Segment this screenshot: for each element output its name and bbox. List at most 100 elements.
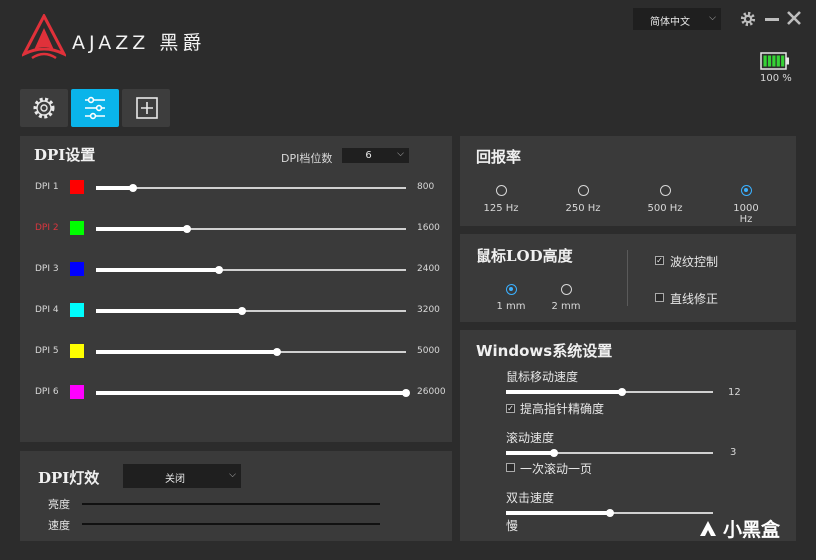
precision-label: 提高指针精确度 [520,402,605,416]
dpi-slider[interactable] [96,389,410,397]
slider-knob[interactable] [605,509,614,517]
chevron-down-icon: ⌵ [709,13,716,23]
polling-rate-radio[interactable] [496,185,507,196]
light-mode-select[interactable]: 关闭 ⌵ [123,464,241,488]
slider-knob[interactable] [183,225,192,233]
page-scroll-checkbox[interactable] [506,463,515,472]
angle-snap-label: 直线修正 [670,292,719,306]
lod-label: 2 mm [551,301,581,312]
dpi-row-label: DPI 1 [35,182,59,192]
polling-rate-radio[interactable] [741,185,752,196]
gear-icon [33,97,55,119]
page-scroll-label: 一次滚动一页 [520,462,593,476]
battery-level-bar [776,55,780,67]
dpi-color-swatch[interactable] [70,221,84,235]
double-click-slider[interactable] [506,509,713,517]
watermark-logo-icon [700,520,716,536]
dpi-light-panel: DPI灯效 关闭 ⌵ 亮度 速度 [20,451,452,541]
brand-name: AJAZZ 黑爵 [72,32,206,54]
dpi-row-label: DPI 2 [35,223,59,233]
lod-title: 鼠标LOD高度 [476,247,573,265]
tab-settings[interactable] [20,89,68,127]
ripple-checkbox[interactable]: ✓ [655,256,664,265]
polling-rate-label: 500 Hz [647,203,683,214]
language-select[interactable]: 简体中文 ⌵ [633,8,721,30]
close-icon[interactable] [786,10,802,30]
light-speed-slider[interactable] [82,523,380,525]
dpi-slider[interactable] [96,348,406,356]
speed-label: 速度 [48,519,70,532]
dpi-slider[interactable] [96,184,406,192]
pointer-speed-value: 12 [728,387,741,398]
dpi-row-label: DPI 5 [35,346,59,356]
light-mode-value: 关闭 [165,474,185,485]
slider-knob[interactable] [272,348,281,356]
polling-rate-label: 125 Hz [483,203,519,214]
lod-radio[interactable] [506,284,517,295]
double-click-slow-label: 慢 [506,519,519,533]
dpi-color-swatch[interactable] [70,262,84,276]
windows-settings-title: Windows系统设置 [476,342,613,360]
battery-level-bar [781,55,785,67]
dpi-color-swatch[interactable] [70,344,84,358]
sliders-icon [85,96,105,120]
chevron-down-icon: ⌵ [229,470,236,480]
slider-knob[interactable] [402,389,410,397]
battery-level-bar [763,55,767,67]
slider-knob[interactable] [237,307,246,315]
scroll-speed-slider[interactable] [506,449,713,457]
slider-knob[interactable] [128,184,137,192]
slider-knob[interactable] [549,449,558,457]
battery-icon [760,52,790,74]
polling-rate-title: 回报率 [476,148,522,166]
lod-radio[interactable] [561,284,572,295]
dpi-value: 3200 [417,305,440,315]
lod-label: 1 mm [496,301,526,312]
brightness-label: 亮度 [48,498,70,511]
chevron-down-icon: ⌵ [397,149,404,159]
pointer-speed-label: 鼠标移动速度 [506,370,579,384]
dpi-levels-select[interactable]: 6 ⌵ [342,148,409,163]
dpi-light-title: DPI灯效 [38,469,100,487]
dpi-color-swatch[interactable] [70,385,84,399]
polling-rate-panel: 回报率 125 Hz 250 Hz 500 Hz 1000 Hz [460,136,796,226]
polling-rate-radio[interactable] [660,185,671,196]
minimize-icon[interactable] [765,18,779,21]
dpi-value: 800 [417,182,435,192]
dpi-row-label: DPI 6 [35,387,59,397]
battery-percent: 100 % [760,73,792,84]
dpi-slider[interactable] [96,266,406,274]
precision-checkbox[interactable]: ✓ [506,404,515,413]
dpi-levels-label: DPI档位数 [281,152,333,165]
ripple-label: 波纹控制 [670,255,719,269]
dpi-value: 1600 [417,223,440,233]
dpi-settings-panel: DPI设置 DPI档位数 6 ⌵ DPI 1 800 DPI 2 1600 DPI 3 2… [20,136,452,442]
dpi-color-swatch[interactable] [70,303,84,317]
settings-gear-icon[interactable] [739,10,757,32]
tab-performance[interactable] [71,89,119,127]
battery-level-bar [772,55,776,67]
dpi-row-label: DPI 4 [35,305,59,315]
angle-snap-checkbox[interactable] [655,293,664,302]
scroll-speed-label: 滚动速度 [506,431,555,445]
polling-rate-radio[interactable] [578,185,589,196]
polling-rate-label: 250 Hz [565,203,601,214]
brightness-slider[interactable] [82,503,380,505]
lod-panel: 鼠标LOD高度 1 mm 2 mm ✓ 波纹控制 直线修正 [460,234,796,322]
watermark-text: 小黑盒 [723,519,781,541]
polling-rate-label: 1000 Hz [733,203,759,225]
dpi-value: 26000 [417,387,446,397]
dpi-settings-title: DPI设置 [34,146,96,164]
pointer-speed-slider[interactable] [506,388,713,396]
slider-knob[interactable] [215,266,224,274]
scroll-speed-value: 3 [730,447,737,458]
dpi-value: 2400 [417,264,440,274]
dpi-slider[interactable] [96,225,406,233]
dpi-value: 5000 [417,346,440,356]
slider-knob[interactable] [617,388,626,396]
lod-divider [627,250,628,306]
tab-macro[interactable] [122,89,170,127]
double-click-label: 双击速度 [506,491,555,505]
dpi-color-swatch[interactable] [70,180,84,194]
dpi-slider[interactable] [96,307,406,315]
